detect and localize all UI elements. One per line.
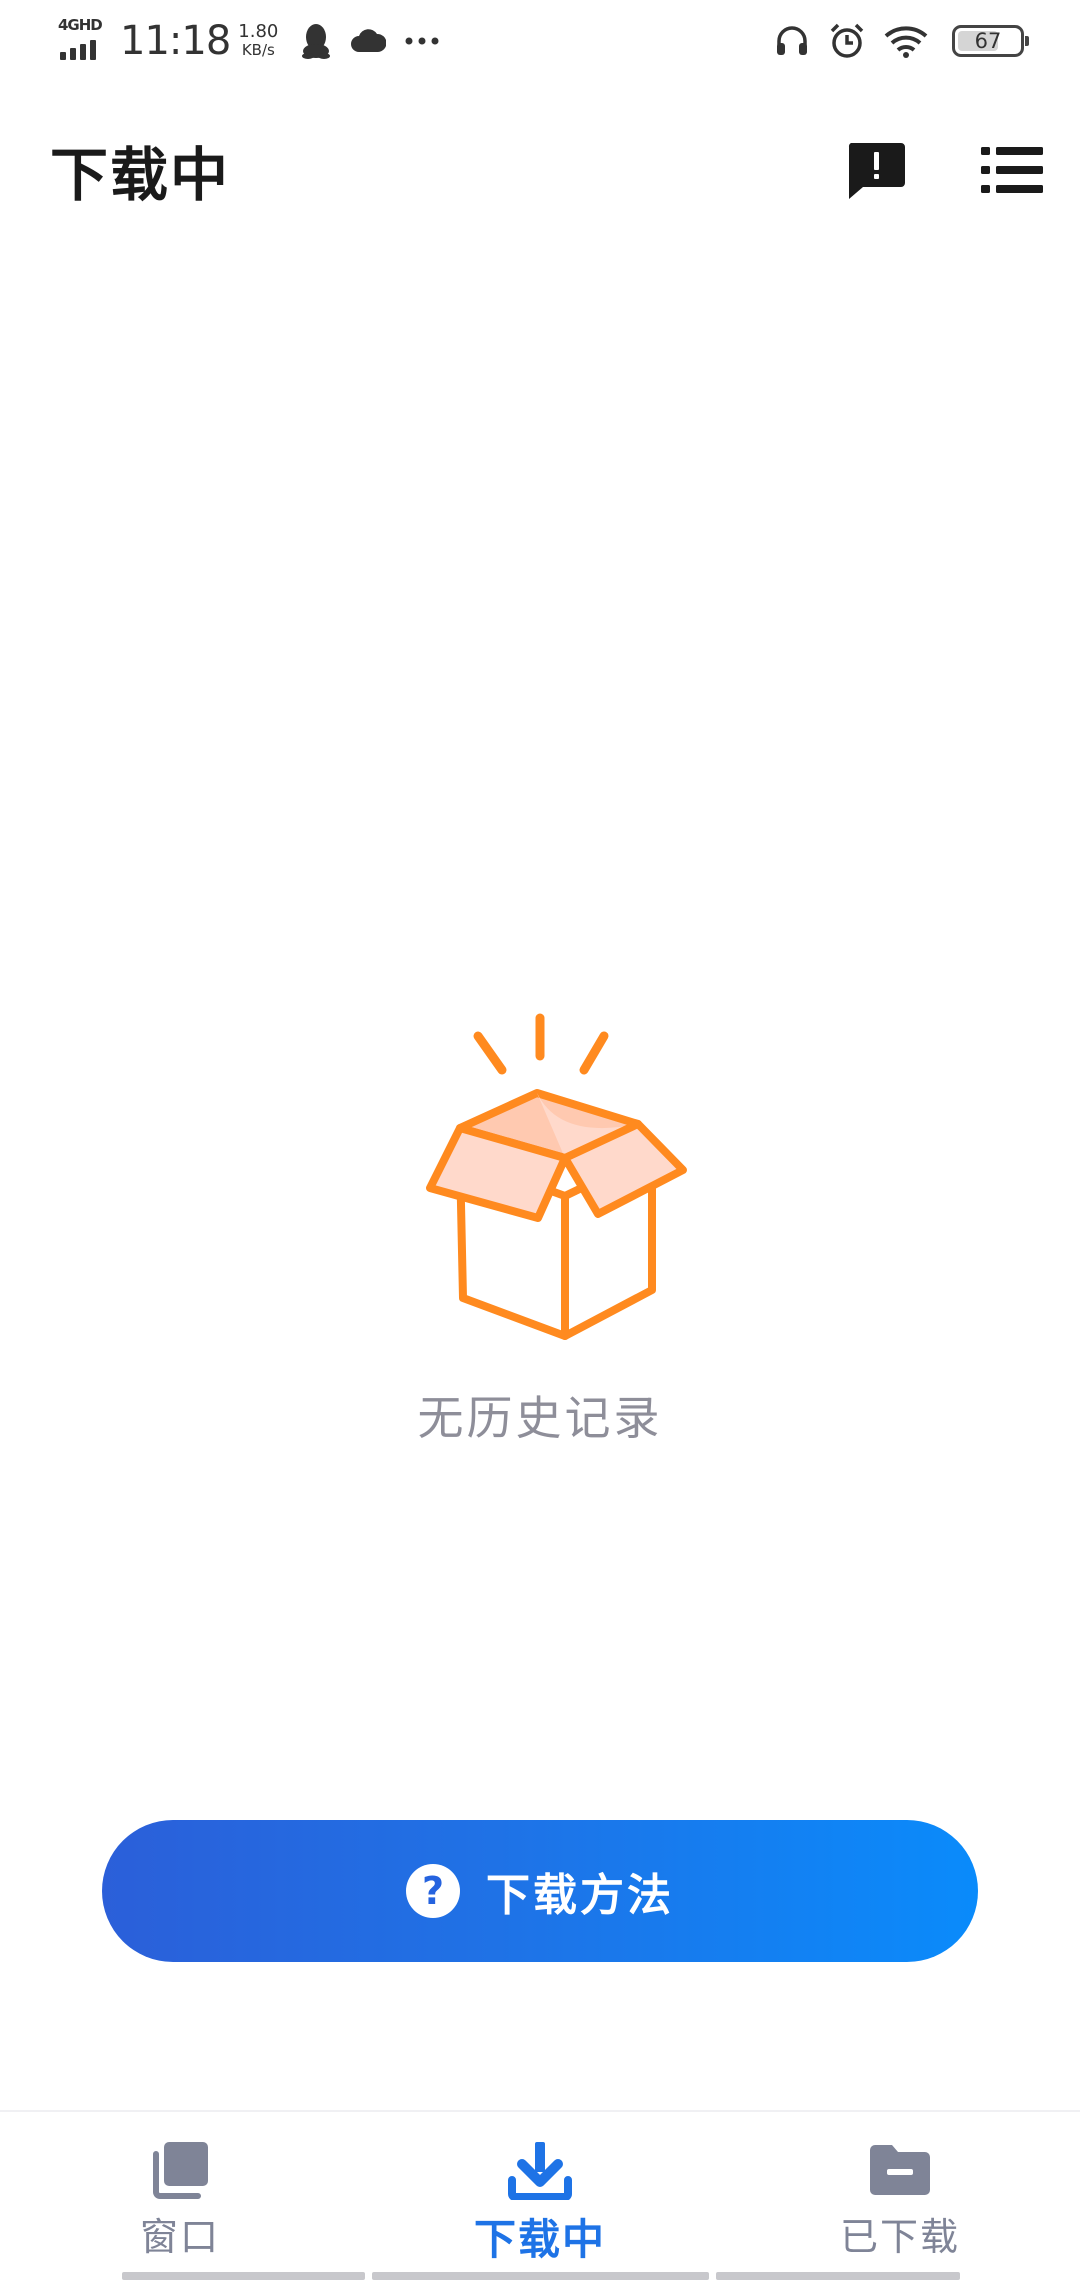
bottom-nav: 窗口 下载中 已下载 <box>0 2110 1080 2280</box>
nav-item-downloading[interactable]: 下载中 <box>360 2112 720 2280</box>
nav-item-downloaded[interactable]: 已下载 <box>720 2112 1080 2280</box>
more-dots-icon <box>405 37 439 45</box>
wifi-icon <box>884 26 928 58</box>
cloud-icon <box>351 29 387 52</box>
empty-state-message: 无历史记录 <box>417 1391 663 1445</box>
headphones-icon <box>777 26 807 55</box>
signal-icon <box>60 40 96 60</box>
alarm-icon <box>830 23 864 58</box>
folder-icon <box>870 2145 930 2195</box>
download-icon <box>508 2142 572 2200</box>
status-bar-left: 4GHD 11:18 1.80 KB/s <box>58 16 458 66</box>
network-speed-value: 1.80 <box>238 21 279 42</box>
status-bar: 4GHD 11:18 1.80 KB/s 67 <box>0 0 1080 82</box>
list-menu-button[interactable] <box>980 138 1044 202</box>
windows-icon <box>153 2142 208 2199</box>
app-header: 下载中 <box>0 120 1080 220</box>
status-time: 11:18 <box>120 18 231 64</box>
empty-box-icon <box>426 1013 687 1340</box>
nav-item-windows[interactable]: 窗口 <box>0 2112 360 2280</box>
download-method-label: 下载方法 <box>486 1870 674 1921</box>
nav-label-downloading: 下载中 <box>473 2215 606 2264</box>
status-bar-right: 67 <box>774 22 1029 60</box>
help-icon: ? <box>406 1864 460 1918</box>
qq-penguin-icon <box>302 24 331 59</box>
network-type: 4GHD <box>58 16 103 34</box>
screen: 4GHD 11:18 1.80 KB/s 67 下载中 无历史记录 ? 下载方法… <box>0 0 1080 2280</box>
list-icon <box>981 147 1043 193</box>
feedback-button[interactable] <box>844 138 908 202</box>
nav-label-windows: 窗口 <box>139 2215 220 2259</box>
battery-indicator: 67 <box>952 25 1029 57</box>
download-method-button[interactable]: ? 下载方法 <box>102 1820 978 1962</box>
battery-level: 67 <box>974 29 1002 53</box>
nav-label-downloaded: 已下载 <box>839 2215 960 2259</box>
feedback-icon <box>848 143 905 199</box>
network-indicator: 4GHD <box>58 16 108 66</box>
empty-state: 无历史记录 <box>0 1000 1080 1448</box>
header-actions <box>844 138 1044 202</box>
network-speed: 1.80 KB/s <box>238 22 278 60</box>
page-title: 下载中 <box>50 141 231 209</box>
network-speed-unit: KB/s <box>241 41 275 59</box>
home-indicator <box>0 2272 1080 2280</box>
